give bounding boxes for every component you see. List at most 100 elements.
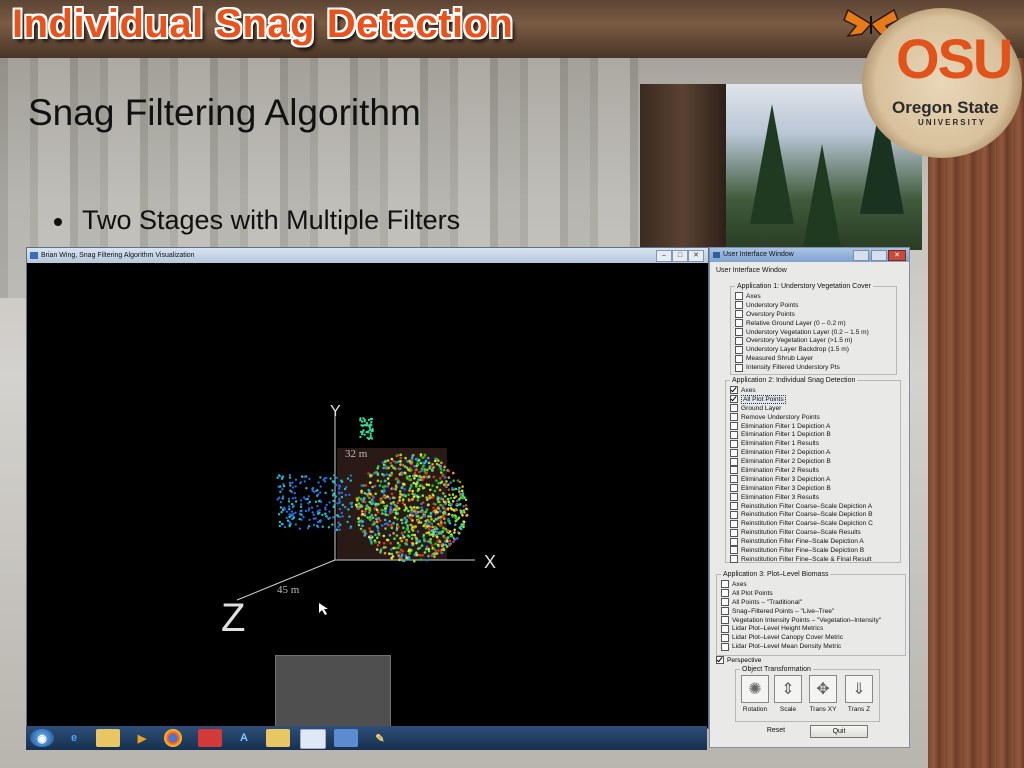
app1-option-6[interactable]: Understory Layer Backdrop (1.5 m) (735, 345, 892, 354)
app2-option-7[interactable]: Elimination Filter 2 Depiction A (730, 448, 896, 457)
app2-option-8[interactable]: Elimination Filter 2 Depiction B (730, 457, 896, 466)
app1-option-3[interactable]: Relative Ground Layer (0 – 0.2 m) (735, 319, 892, 328)
app1-option-7[interactable]: Measured Shrub Layer (735, 354, 892, 363)
checkbox-icon[interactable] (730, 475, 738, 484)
checkbox-icon[interactable] (730, 537, 738, 546)
minimize-button[interactable]: – (656, 250, 672, 262)
app-icon-red[interactable] (198, 729, 222, 747)
checkbox-icon[interactable] (730, 528, 738, 537)
app2-option-6[interactable]: Elimination Filter 1 Results (730, 439, 896, 448)
close-button[interactable]: ✕ (688, 250, 704, 262)
visualization-window[interactable]: Brian Wing, Snag Filtering Algorithm Vis… (26, 247, 709, 729)
checkbox-icon[interactable] (721, 598, 729, 607)
app2-option-5[interactable]: Elimination Filter 1 Depiction B (730, 430, 896, 439)
app3-option-6[interactable]: Lidar Plot–Level Canopy Cover Metric (721, 633, 901, 642)
app2-option-4[interactable]: Elimination Filter 1 Depiction A (730, 422, 896, 431)
checkbox-icon[interactable] (730, 439, 738, 448)
checkbox-icon[interactable] (730, 493, 738, 502)
checkbox-icon[interactable] (721, 607, 729, 616)
start-orb-icon[interactable]: ◉ (30, 729, 54, 747)
app3-option-3[interactable]: Snag–Filtered Points – "Live–Tree" (721, 607, 901, 616)
app1-option-5[interactable]: Overstory Vegetation Layer (>1.5 m) (735, 336, 892, 345)
checkbox-icon[interactable] (730, 510, 738, 519)
quit-button[interactable]: Quit (810, 725, 868, 738)
checkbox-icon[interactable] (730, 484, 738, 493)
checkbox-icon[interactable] (735, 310, 743, 319)
app2-option-18[interactable]: Reinstitution Filter Fine–Scale Depictio… (730, 546, 896, 555)
app2-option-1[interactable]: All Plot Points (730, 394, 896, 404)
checkbox-icon[interactable] (735, 354, 743, 363)
trans-z-icon[interactable]: ⇓ (845, 675, 873, 703)
rotation-tool[interactable]: ✺ Rotation (740, 675, 770, 713)
app1-option-8[interactable]: Intensity Filtered Understory Pts (735, 363, 892, 372)
app-icon-pen[interactable]: ✎ (368, 729, 392, 747)
app2-option-15[interactable]: Reinstitution Filter Coarse–Scale Depict… (730, 519, 896, 528)
checkbox-icon[interactable] (721, 616, 729, 624)
checkbox-icon[interactable] (730, 395, 738, 404)
app2-option-3[interactable]: Remove Understory Points (730, 413, 896, 422)
app1-option-4[interactable]: Understory Vegetation Layer (0.2 – 1.5 m… (735, 328, 892, 337)
checkbox-icon[interactable] (730, 466, 738, 475)
app2-option-16[interactable]: Reinstitution Filter Coarse–Scale Result… (730, 528, 896, 537)
app2-option-9[interactable]: Elimination Filter 2 Results (730, 466, 896, 475)
trans-xy-icon[interactable]: ✥ (809, 675, 837, 703)
checkbox-icon[interactable] (716, 656, 724, 665)
checkbox-icon[interactable] (730, 386, 738, 395)
scale-icon[interactable]: ⇕ (774, 675, 802, 703)
checkbox-icon[interactable] (721, 633, 729, 642)
minimize-button[interactable] (853, 250, 869, 261)
trans-z-tool[interactable]: ⇓ Trans Z (844, 675, 874, 713)
checkbox-icon[interactable] (721, 624, 729, 633)
app2-option-14[interactable]: Reinstitution Filter Coarse–Scale Depict… (730, 510, 896, 519)
explorer-icon[interactable] (96, 729, 120, 747)
checkbox-icon[interactable] (721, 589, 729, 598)
media-player-icon[interactable]: ▶ (130, 729, 154, 747)
checkbox-icon[interactable] (721, 580, 729, 589)
app2-option-17[interactable]: Reinstitution Filter Fine–Scale Depictio… (730, 537, 896, 546)
checkbox-icon[interactable] (730, 457, 738, 466)
checkbox-icon[interactable] (735, 319, 743, 328)
app-icon-folder[interactable] (266, 729, 290, 747)
checkbox-icon[interactable] (730, 422, 738, 430)
reset-button[interactable]: Reset (758, 725, 794, 736)
app1-option-0[interactable]: Axes (735, 292, 892, 301)
checkbox-icon[interactable] (735, 301, 743, 310)
user-interface-window[interactable]: User Interface Window ✕ User Interface W… (709, 247, 910, 748)
checkbox-icon[interactable] (730, 413, 738, 422)
chrome-icon[interactable] (164, 729, 182, 747)
app1-option-1[interactable]: Understory Points (735, 301, 892, 310)
rotation-icon[interactable]: ✺ (741, 675, 769, 703)
ui-titlebar[interactable]: User Interface Window ✕ (710, 248, 909, 262)
app2-option-19[interactable]: Reinstitution Filter Fine–Scale & Final … (730, 555, 896, 564)
perspective-checkbox[interactable]: Perspective (716, 656, 761, 665)
app2-option-11[interactable]: Elimination Filter 3 Depiction B (730, 484, 896, 493)
maximize-button[interactable]: □ (672, 250, 688, 262)
scale-tool[interactable]: ⇕ Scale (773, 675, 803, 713)
app-icon-window[interactable] (300, 729, 326, 749)
app-icon-a[interactable]: A (232, 729, 256, 747)
app3-option-1[interactable]: All Plot Points (721, 589, 901, 598)
checkbox-icon[interactable] (721, 642, 729, 651)
app2-option-0[interactable]: Axes (730, 386, 896, 395)
app2-option-12[interactable]: Elimination Filter 3 Results (730, 493, 896, 502)
app3-option-5[interactable]: Lidar Plot–Level Height Metrics (721, 624, 901, 633)
checkbox-icon[interactable] (735, 363, 743, 372)
viz-canvas[interactable]: Y X Z 32 m 45 m (27, 263, 708, 728)
app2-option-10[interactable]: Elimination Filter 3 Depiction A (730, 475, 896, 484)
checkbox-icon[interactable] (735, 345, 743, 354)
checkbox-icon[interactable] (730, 555, 738, 564)
app1-option-2[interactable]: Overstory Points (735, 310, 892, 319)
trans-xy-tool[interactable]: ✥ Trans XY (808, 675, 838, 713)
checkbox-icon[interactable] (730, 502, 738, 511)
app3-option-7[interactable]: Lidar Plot–Level Mean Density Metric (721, 642, 901, 651)
checkbox-icon[interactable] (735, 292, 743, 301)
app3-option-4[interactable]: Vegetation Intensity Points – "Vegetatio… (721, 616, 901, 625)
checkbox-icon[interactable] (735, 328, 743, 336)
maximize-button[interactable] (871, 250, 887, 261)
close-button[interactable]: ✕ (888, 250, 906, 261)
checkbox-icon[interactable] (730, 404, 738, 413)
viz-titlebar[interactable]: Brian Wing, Snag Filtering Algorithm Vis… (27, 248, 708, 263)
ie-icon[interactable]: e (62, 729, 86, 747)
app3-option-2[interactable]: All Points – "Traditional" (721, 598, 901, 607)
checkbox-icon[interactable] (730, 430, 738, 439)
